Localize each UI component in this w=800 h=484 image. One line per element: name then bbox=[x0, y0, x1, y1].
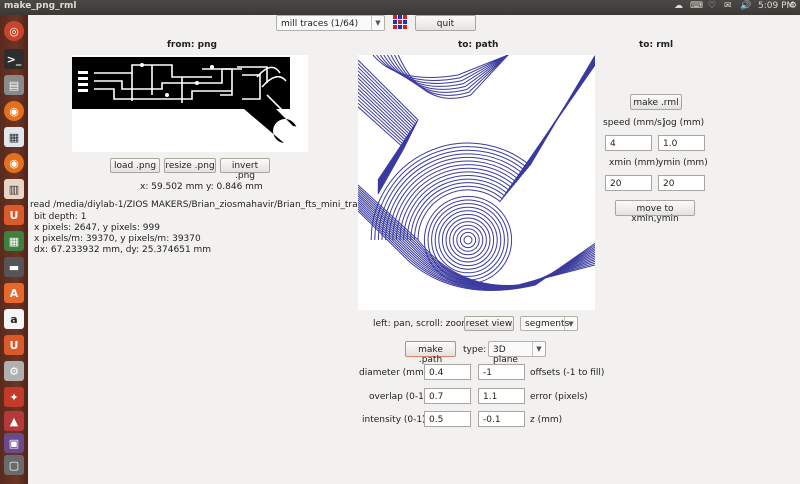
cursor-coords: x: 59.502 mm y: 0.846 mm bbox=[140, 182, 263, 192]
ymin-label: ymin (mm) bbox=[658, 158, 708, 168]
quit-button[interactable]: quit bbox=[415, 15, 476, 31]
files-icon[interactable]: ▤ bbox=[4, 75, 24, 95]
toolpath-line bbox=[434, 206, 502, 274]
z-label: z (mm) bbox=[530, 415, 563, 425]
toolpath-line bbox=[459, 231, 477, 249]
dash-icon[interactable]: ◎ bbox=[4, 21, 24, 41]
intensity-label: intensity (0-1) bbox=[362, 415, 426, 425]
make-rml-button[interactable]: make .rml bbox=[630, 94, 682, 110]
trash-icon[interactable]: ▢ bbox=[4, 455, 24, 475]
overlap-label: overlap (0-1) bbox=[369, 392, 428, 402]
png-info-line: x pixels/m: 39370, y pixels/m: 39370 bbox=[34, 234, 201, 244]
resize-png-button[interactable]: resize .png bbox=[164, 158, 216, 173]
type-select[interactable]: 3D plane ▼ bbox=[488, 341, 546, 365]
to-rml-header: to: rml bbox=[639, 40, 674, 50]
offsets-input[interactable]: -1 bbox=[478, 364, 525, 380]
toolpath-line bbox=[417, 64, 596, 241]
volume-icon[interactable]: 🔊 bbox=[740, 1, 751, 11]
document-icon[interactable]: ▥ bbox=[4, 179, 24, 199]
png-info-line: bit depth: 1 bbox=[34, 212, 87, 222]
top-panel: make_png_rml ☁ ⌨ ♡ ✉ 🔊 5:09 PM ⚙ bbox=[0, 0, 800, 15]
move-to-origin-button[interactable]: move to xmin,ymin bbox=[615, 200, 695, 224]
type-select-value: 3D plane bbox=[493, 345, 518, 365]
diameter-label: diameter (mm) bbox=[359, 368, 428, 378]
toolpath-line bbox=[463, 235, 473, 245]
from-png-header: from: png bbox=[167, 40, 217, 50]
diameter-input[interactable]: 0.4 bbox=[424, 364, 471, 380]
mode-select[interactable]: mill traces (1/64) ▼ bbox=[276, 15, 385, 31]
window-title: make_png_rml bbox=[4, 1, 77, 11]
jog-input[interactable]: 1.0 bbox=[658, 135, 705, 151]
toolpath-line bbox=[438, 210, 498, 270]
toolpath-line bbox=[452, 224, 484, 256]
png-info-line: dx: 67.233932 mm, dy: 25.374651 mm bbox=[34, 245, 212, 255]
cloud-icon[interactable]: ☁ bbox=[674, 1, 683, 11]
offsets-label: offsets (-1 to fill) bbox=[530, 368, 605, 378]
error-input[interactable]: 1.1 bbox=[478, 388, 525, 404]
error-label: error (pixels) bbox=[530, 392, 588, 402]
intensity-input[interactable]: 0.5 bbox=[424, 411, 471, 427]
toolpath-line bbox=[449, 221, 487, 259]
display-select[interactable]: segments ▼ bbox=[520, 316, 578, 331]
mail-icon[interactable]: ✉ bbox=[724, 1, 732, 11]
toolpath-line bbox=[445, 217, 491, 263]
firefox-icon[interactable]: ◉ bbox=[4, 101, 24, 121]
z-input[interactable]: -0.1 bbox=[478, 411, 525, 427]
red-app-icon[interactable]: ▲ bbox=[4, 411, 24, 431]
xmin-label: xmin (mm) bbox=[609, 158, 659, 168]
purple-app-icon[interactable]: ▣ bbox=[4, 433, 24, 453]
overlap-input[interactable]: 0.7 bbox=[424, 388, 471, 404]
speed-input[interactable]: 4 bbox=[605, 135, 652, 151]
chevron-down-icon: ▼ bbox=[371, 16, 384, 30]
to-path-header: to: path bbox=[458, 40, 499, 50]
writer-icon[interactable]: ▦ bbox=[4, 127, 24, 147]
path-preview[interactable] bbox=[357, 54, 596, 310]
png-info-line: x pixels: 2647, y pixels: 999 bbox=[34, 223, 160, 233]
keyboard-icon[interactable]: ⌨ bbox=[690, 1, 703, 11]
toolpath-canvas bbox=[357, 54, 596, 291]
app-icon[interactable]: ✦ bbox=[4, 387, 24, 407]
mode-select-value: mill traces (1/64) bbox=[281, 19, 359, 29]
jog-label: jog (mm) bbox=[663, 118, 705, 128]
chevron-down-icon: ▼ bbox=[532, 342, 545, 356]
browser-icon[interactable]: ◉ bbox=[4, 153, 24, 173]
speed-label: speed (mm/s) bbox=[603, 118, 666, 128]
software-center-icon[interactable]: U bbox=[4, 205, 24, 225]
drive-icon[interactable]: ▬ bbox=[4, 257, 24, 277]
spreadsheet-icon[interactable]: ▦ bbox=[4, 231, 24, 251]
load-png-button[interactable]: load .png bbox=[110, 158, 160, 173]
png-info-path: read /media/diylab-1/ZIOS MAKERS/Brian_z… bbox=[30, 200, 393, 210]
png-preview[interactable] bbox=[72, 55, 308, 152]
xmin-input[interactable]: 20 bbox=[605, 175, 652, 191]
chevron-down-icon: ▼ bbox=[564, 317, 577, 330]
toolpath-line bbox=[357, 208, 596, 291]
power-icon[interactable]: ⚙ bbox=[789, 1, 797, 11]
nav-hint: left: pan, scroll: zoom bbox=[373, 319, 471, 329]
reset-view-button[interactable]: reset view bbox=[464, 316, 514, 331]
png-preview-image bbox=[72, 57, 300, 143]
terminal-icon[interactable]: >_ bbox=[4, 49, 24, 69]
display-select-value: segments bbox=[525, 319, 570, 329]
ubuntu-one-icon[interactable]: U bbox=[4, 335, 24, 355]
make-path-button[interactable]: make .path bbox=[405, 341, 456, 365]
type-label: type: bbox=[463, 345, 487, 355]
invert-png-button[interactable]: invert .png bbox=[220, 158, 270, 181]
amazon-icon[interactable]: a bbox=[4, 309, 24, 329]
launcher: ◎ >_ ▤ ◉ ▦ ◉ ▥ U ▦ ▬ A a U ⚙ ✦ ▲ ▣ ▢ bbox=[0, 15, 28, 484]
wifi-icon[interactable]: ♡ bbox=[708, 1, 716, 11]
ymin-input[interactable]: 20 bbox=[658, 175, 705, 191]
toolpath-line bbox=[357, 70, 416, 184]
color-grid-icon[interactable] bbox=[393, 15, 407, 29]
text-editor-icon[interactable]: A bbox=[4, 283, 24, 303]
settings-icon[interactable]: ⚙ bbox=[4, 361, 24, 381]
toolpath-line bbox=[413, 63, 596, 241]
